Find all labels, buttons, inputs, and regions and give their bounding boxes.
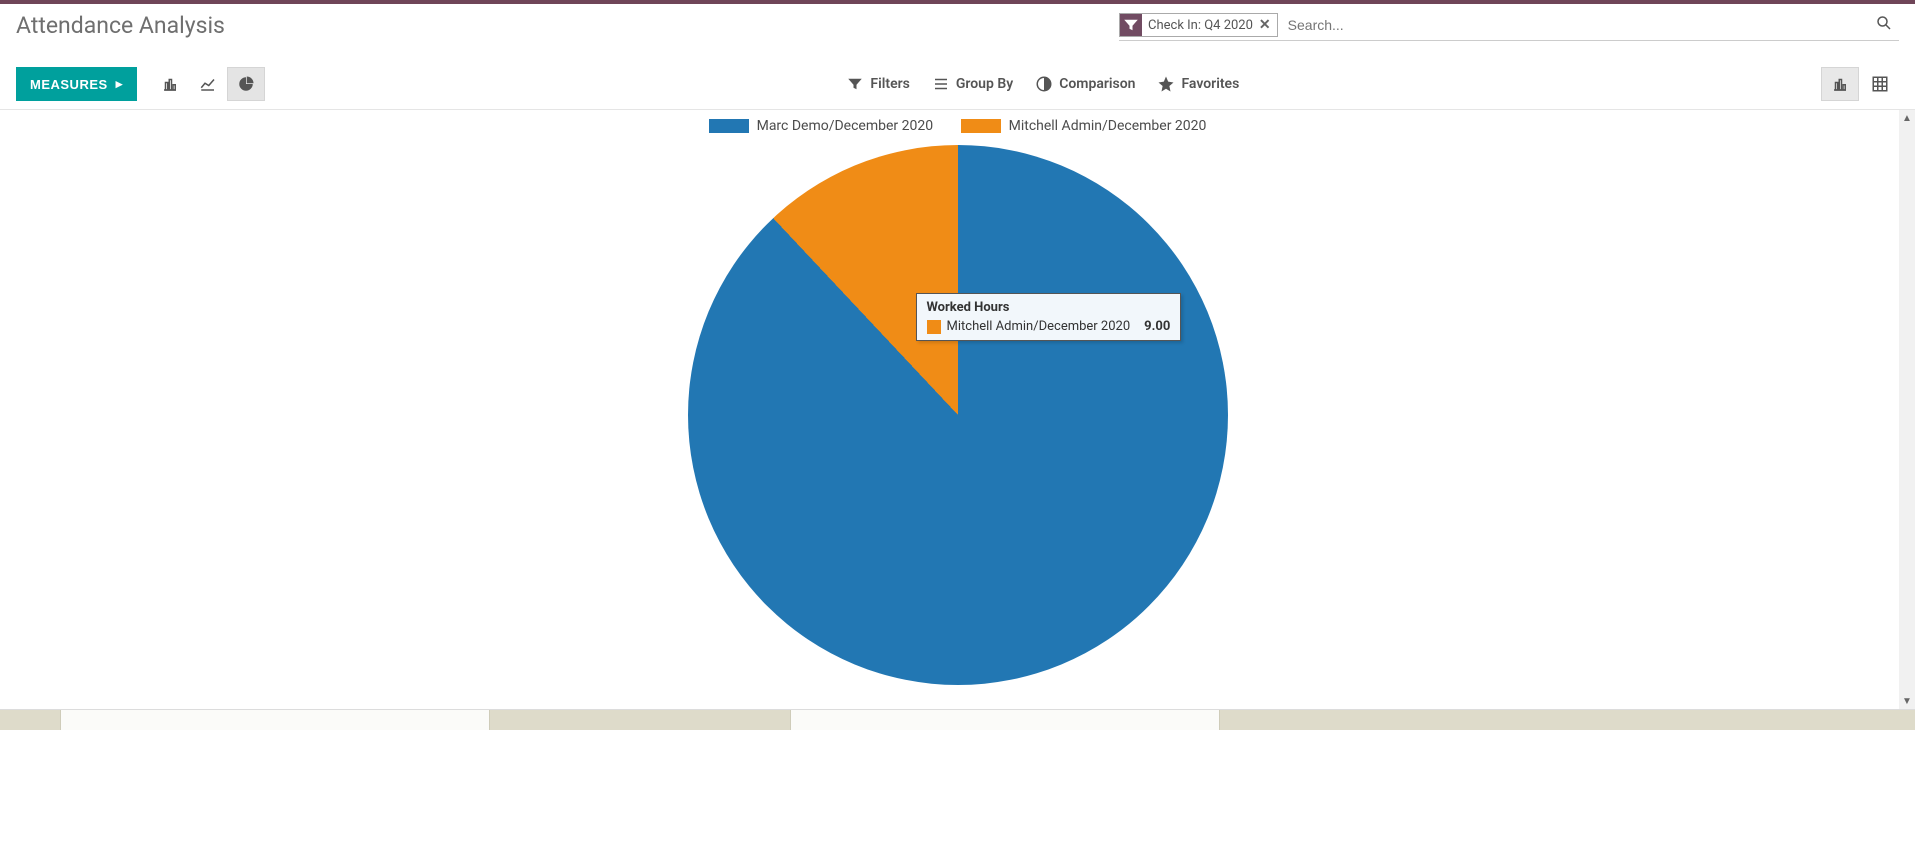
pie-chart[interactable] [688, 145, 1228, 685]
scroll-down-icon[interactable]: ▼ [1899, 693, 1915, 709]
measures-label: MEASURES [30, 77, 108, 92]
scrollbar[interactable]: ▲ ▼ [1899, 110, 1915, 709]
filter-icon [1120, 14, 1142, 36]
star-icon [1157, 75, 1175, 93]
pivot-view-icon[interactable] [1861, 67, 1899, 101]
list-icon [932, 75, 950, 93]
legend-label: Marc Demo/December 2020 [757, 118, 934, 134]
chart-area: Marc Demo/December 2020 Mitchell Admin/D… [0, 110, 1915, 710]
chart-tooltip: Worked Hours Mitchell Admin/December 202… [916, 293, 1182, 341]
search-input[interactable] [1282, 11, 1869, 39]
chart-type-group [151, 67, 265, 101]
tooltip-swatch [927, 320, 941, 334]
search-icon[interactable] [1869, 10, 1899, 40]
legend-label: Mitchell Admin/December 2020 [1009, 118, 1207, 134]
measures-button[interactable]: MEASURES ▸ [16, 67, 137, 101]
tooltip-title: Worked Hours [927, 300, 1171, 315]
line-chart-icon[interactable] [189, 67, 227, 101]
search-facet: Check In: Q4 2020 ✕ [1119, 13, 1278, 37]
groupby-button[interactable]: Group By [932, 75, 1013, 93]
facet-remove-icon[interactable]: ✕ [1259, 17, 1277, 33]
bar-chart-icon[interactable] [151, 67, 189, 101]
pie-chart-icon[interactable] [227, 67, 265, 101]
search-facet-label: Check In: Q4 2020 [1142, 18, 1259, 33]
groupby-label: Group By [956, 76, 1013, 92]
caret-right-icon: ▸ [116, 76, 123, 92]
legend-item[interactable]: Marc Demo/December 2020 [709, 118, 934, 134]
graph-view-icon[interactable] [1821, 67, 1859, 101]
scroll-up-icon[interactable]: ▲ [1899, 110, 1915, 126]
comparison-label: Comparison [1059, 76, 1135, 92]
filters-button[interactable]: Filters [846, 75, 909, 93]
favorites-label: Favorites [1181, 76, 1239, 92]
tooltip-value: 9.00 [1144, 319, 1170, 334]
comparison-button[interactable]: Comparison [1035, 75, 1135, 93]
contrast-icon [1035, 75, 1053, 93]
filters-label: Filters [870, 76, 909, 92]
legend-swatch [709, 119, 749, 133]
funnel-icon [846, 75, 864, 93]
footer-strip [0, 710, 1915, 730]
tooltip-series-label: Mitchell Admin/December 2020 [947, 319, 1131, 334]
chart-legend: Marc Demo/December 2020 Mitchell Admin/D… [0, 110, 1915, 145]
page-title: Attendance Analysis [16, 12, 225, 39]
footer-tab [790, 710, 1220, 730]
legend-item[interactable]: Mitchell Admin/December 2020 [961, 118, 1207, 134]
favorites-button[interactable]: Favorites [1157, 75, 1239, 93]
footer-tab [60, 710, 490, 730]
legend-swatch [961, 119, 1001, 133]
search-bar[interactable]: Check In: Q4 2020 ✕ [1119, 10, 1899, 41]
